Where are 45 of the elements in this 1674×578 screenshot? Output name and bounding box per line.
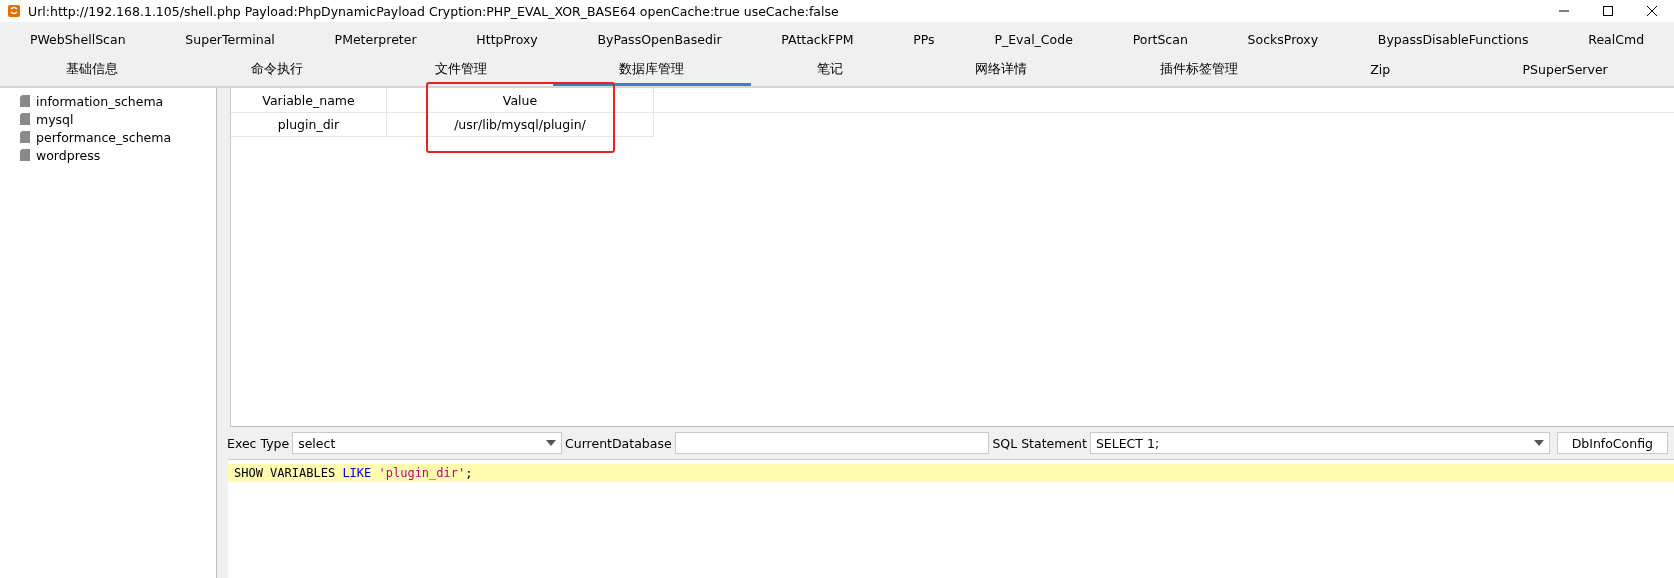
tab[interactable]: 命令执行	[184, 56, 369, 86]
sql-statement-dropdown[interactable]: SELECT 1;	[1089, 432, 1550, 454]
tab[interactable]: BypassDisableFunctions	[1347, 26, 1559, 56]
dropdown-arrow-icon	[546, 440, 556, 446]
tab[interactable]: PPs	[883, 26, 965, 56]
maximize-icon	[1602, 5, 1614, 17]
tab[interactable]: Zip	[1303, 56, 1457, 86]
tab[interactable]: SuperTerminal	[155, 26, 305, 56]
tab[interactable]: PMeterpreter	[304, 26, 447, 56]
tab[interactable]: PSuperServer	[1456, 56, 1674, 86]
app-icon	[6, 3, 22, 19]
column-header[interactable]: Variable_name	[231, 88, 387, 112]
tab[interactable]: ByPassOpenBasedir	[567, 26, 752, 56]
tab[interactable]: 网络详情	[909, 56, 1094, 86]
exec-type-label: Exec Type	[227, 435, 290, 451]
database-item[interactable]: wordpress	[36, 147, 101, 163]
tab[interactable]: SocksProxy	[1217, 26, 1348, 56]
database-item[interactable]: performance_schema	[36, 129, 172, 145]
table-cell: /usr/lib/mysql/plugin/	[387, 113, 654, 137]
tab[interactable]: PWebShellScan	[0, 26, 156, 56]
tab[interactable]: PortScan	[1102, 26, 1218, 56]
dropdown-arrow-icon	[1533, 440, 1544, 446]
tab[interactable]: 基础信息	[0, 56, 185, 86]
current-database-label: CurrentDatabase	[565, 435, 672, 451]
tab[interactable]: RealCmd	[1558, 26, 1674, 56]
close-icon	[1646, 5, 1658, 17]
column-header[interactable]: Value	[387, 88, 654, 112]
window-title: Url:http://192.168.1.105/shell.php Payload:PhpDynamicPayload Cryption:PHP_EVAL_XOR_BASE64 openCache:true useCache:false	[28, 3, 840, 19]
tab[interactable]: 文件管理	[368, 56, 554, 86]
database-item[interactable]: information_schema	[36, 93, 164, 109]
file-icon	[20, 149, 30, 161]
tab[interactable]: 笔记	[750, 56, 910, 86]
exec-type-dropdown[interactable]: select	[292, 432, 562, 454]
db-info-config-button[interactable]: DbInfoConfig	[1556, 432, 1668, 454]
tab[interactable]: 插件标签管理	[1093, 56, 1304, 86]
current-database-field[interactable]	[674, 432, 990, 454]
database-item[interactable]: mysql	[36, 111, 74, 127]
file-icon	[20, 95, 30, 107]
tab[interactable]: P_Eval_Code	[964, 26, 1103, 56]
table-cell: plugin_dir	[231, 113, 387, 137]
sql-statement-label: SQL Statement	[992, 435, 1087, 451]
file-icon	[20, 131, 30, 143]
tab[interactable]: HttpProxy	[446, 26, 568, 56]
file-icon	[20, 113, 30, 125]
tab[interactable]: PAttackFPM	[751, 26, 884, 56]
